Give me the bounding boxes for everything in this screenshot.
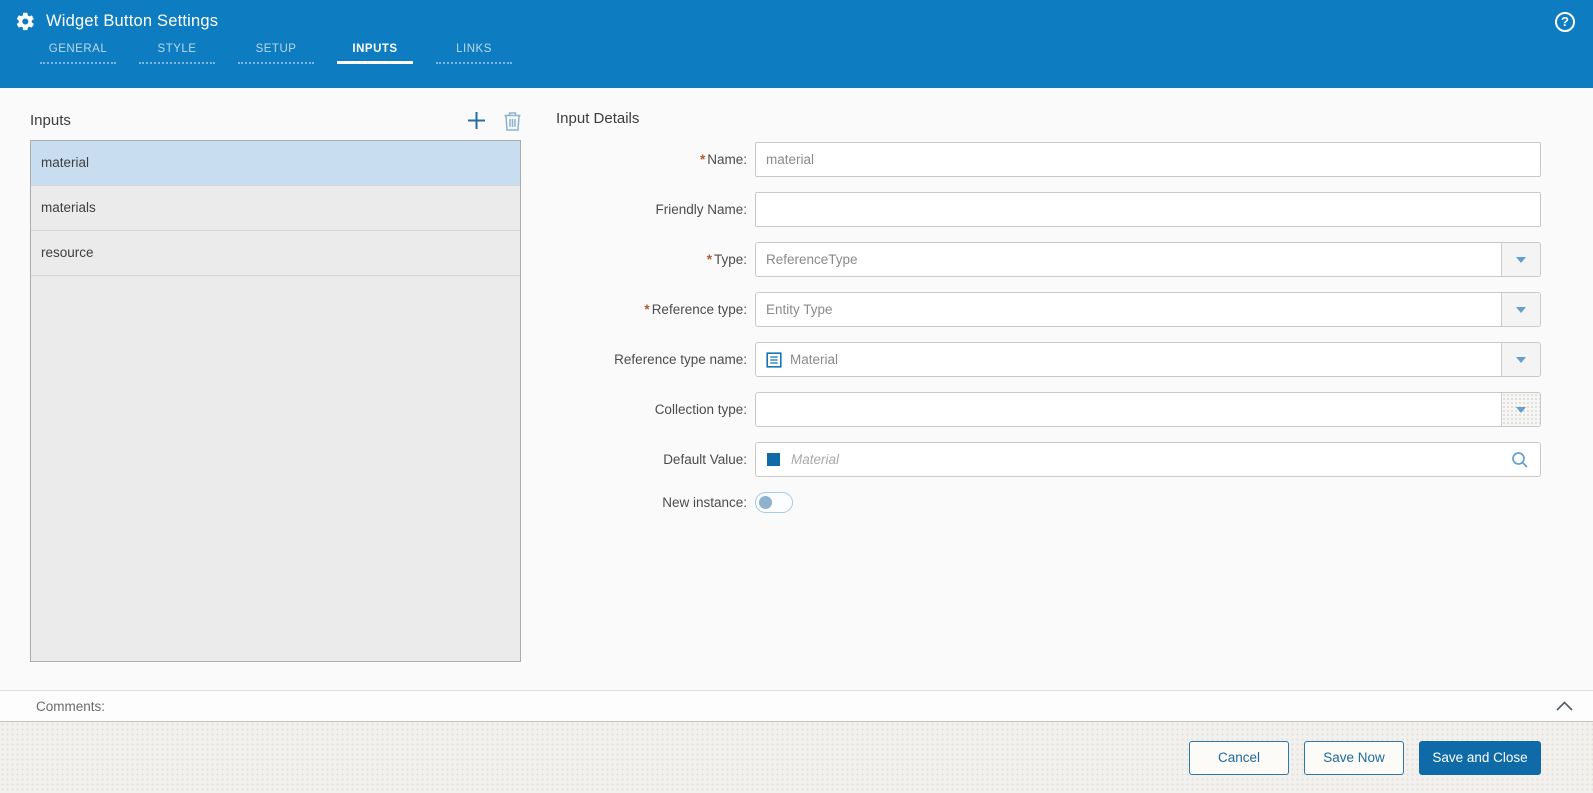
reference-type-name-label: Reference type name: xyxy=(614,352,747,367)
field-row-name: * Name: xyxy=(556,142,1541,177)
tab-inputs[interactable]: INPUTS xyxy=(337,43,413,64)
reference-type-dropdown-button[interactable] xyxy=(1501,293,1540,326)
type-select-value: ReferenceType xyxy=(766,252,858,267)
footer-bar: Cancel Save Now Save and Close xyxy=(0,722,1593,793)
friendly-name-input[interactable] xyxy=(755,192,1541,227)
field-row-collection-type: Collection type: xyxy=(556,392,1541,427)
reference-type-label: * Reference type: xyxy=(644,302,747,317)
list-item-materials[interactable]: materials xyxy=(31,186,520,231)
type-dropdown-button[interactable] xyxy=(1501,243,1540,276)
chevron-down-icon xyxy=(1516,356,1526,363)
dialog-header: Widget Button Settings ? GENERAL STYLE S… xyxy=(0,0,1593,88)
type-label: * Type: xyxy=(706,252,747,267)
toggle-knob xyxy=(759,496,772,509)
reference-type-select[interactable]: Entity Type xyxy=(755,292,1541,327)
collection-type-select-value xyxy=(756,393,1501,426)
field-row-reference-type: * Reference type: Entity Type xyxy=(556,292,1541,327)
comments-bar: Comments: xyxy=(0,690,1593,722)
tab-style[interactable]: STYLE xyxy=(139,43,215,64)
field-row-new-instance: New instance: xyxy=(556,492,1541,513)
field-row-friendly-name: Friendly Name: xyxy=(556,192,1541,227)
inputs-list: material materials resource xyxy=(30,140,521,662)
field-row-reference-type-name: Reference type name: Material xyxy=(556,342,1541,377)
inputs-panel-title: Inputs xyxy=(30,112,71,129)
reference-type-name-select[interactable]: Material xyxy=(755,342,1541,377)
dialog-title: Widget Button Settings xyxy=(46,12,219,30)
new-instance-toggle[interactable] xyxy=(755,492,793,513)
inputs-panel: Inputs material materials resource xyxy=(30,110,521,662)
tab-general[interactable]: GENERAL xyxy=(40,43,116,64)
field-row-type: * Type: ReferenceType xyxy=(556,242,1541,277)
list-item-material[interactable]: material xyxy=(31,141,520,186)
reference-type-name-dropdown-button[interactable] xyxy=(1501,343,1540,376)
delete-input-icon[interactable] xyxy=(504,111,521,131)
new-instance-label: New instance: xyxy=(662,495,747,510)
default-value-field[interactable] xyxy=(755,442,1541,477)
required-marker: * xyxy=(699,152,706,167)
reference-type-select-value: Entity Type xyxy=(766,302,833,317)
field-row-default-value: Default Value: xyxy=(556,442,1541,477)
list-item-resource[interactable]: resource xyxy=(31,231,520,276)
search-icon[interactable] xyxy=(1511,451,1529,474)
chevron-up-icon[interactable] xyxy=(1556,701,1573,711)
friendly-name-label: Friendly Name: xyxy=(655,202,747,217)
tab-links[interactable]: LINKS xyxy=(436,43,512,64)
collection-type-label: Collection type: xyxy=(654,402,747,417)
help-icon[interactable]: ? xyxy=(1555,11,1575,32)
collection-type-select[interactable] xyxy=(755,392,1541,427)
input-details-title: Input Details xyxy=(556,110,640,127)
collection-type-dropdown-button[interactable] xyxy=(1501,393,1540,426)
cancel-button[interactable]: Cancel xyxy=(1189,740,1289,775)
name-input[interactable] xyxy=(755,142,1541,177)
gear-icon xyxy=(16,12,34,31)
default-value-input[interactable] xyxy=(789,451,1500,468)
tab-bar: GENERAL STYLE SETUP INPUTS LINKS xyxy=(0,43,1593,64)
type-select[interactable]: ReferenceType xyxy=(755,242,1541,277)
default-value-label: Default Value: xyxy=(663,452,747,467)
entity-square-icon xyxy=(767,453,780,466)
title-row: Widget Button Settings ? xyxy=(0,0,1593,32)
required-marker: * xyxy=(706,252,712,267)
reference-type-name-value: Material xyxy=(790,352,839,367)
chevron-down-icon xyxy=(1516,406,1526,413)
save-now-button[interactable]: Save Now xyxy=(1304,740,1404,775)
entity-type-icon xyxy=(766,351,782,368)
name-label: * Name: xyxy=(699,152,747,167)
add-input-icon[interactable] xyxy=(466,110,487,131)
comments-label: Comments: xyxy=(36,698,106,714)
required-marker: * xyxy=(644,302,650,317)
chevron-down-icon xyxy=(1516,256,1526,263)
save-and-close-button[interactable]: Save and Close xyxy=(1419,740,1541,775)
chevron-down-icon xyxy=(1516,306,1526,313)
tab-setup[interactable]: SETUP xyxy=(238,43,314,64)
input-details-panel: Input Details *Name: Friendly Name: *Typ… xyxy=(556,110,1541,528)
